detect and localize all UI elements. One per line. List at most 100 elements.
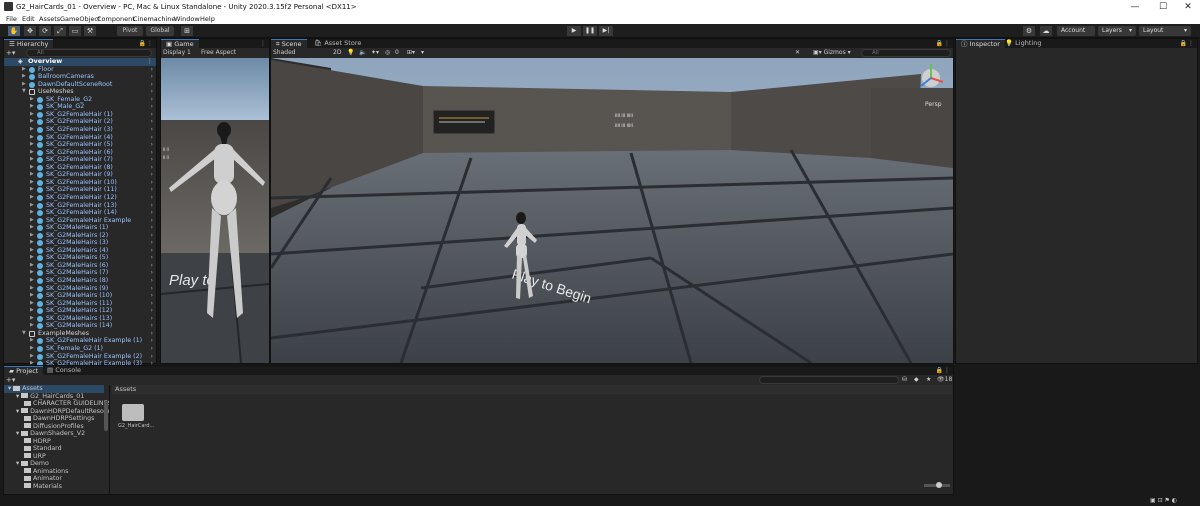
chevron-right-icon[interactable]: ›: [150, 277, 153, 285]
layers-dropdown[interactable]: Layers: [1098, 26, 1136, 36]
tab-game[interactable]: ▣ Game: [161, 39, 199, 48]
expand-arrow-icon[interactable]: ▶: [30, 322, 34, 330]
chevron-right-icon[interactable]: ›: [150, 292, 153, 300]
expand-arrow-icon[interactable]: ▶: [30, 269, 34, 277]
chevron-right-icon[interactable]: ›: [150, 315, 153, 323]
play-button[interactable]: ▶: [567, 26, 581, 36]
expand-arrow-icon[interactable]: ▶: [22, 66, 26, 74]
folder-tree-row[interactable]: ▾ DawnShaders_V2: [4, 430, 104, 438]
expand-arrow-icon[interactable]: ▶: [30, 300, 34, 308]
shading-dropdown[interactable]: Shaded: [273, 49, 296, 56]
hierarchy-row[interactable]: ▶ SK_G2MaleHairs (8) ›: [4, 277, 156, 285]
menu-component[interactable]: Component: [97, 15, 135, 23]
panel-menu-icon[interactable]: ⋮: [944, 39, 950, 48]
hierarchy-row[interactable]: ▶ SK_G2FemaleHair (7) ›: [4, 156, 156, 164]
folder-tree-row[interactable]: ▾ G2_HairCards_01: [4, 393, 104, 401]
tools-toggle-icon[interactable]: ✕: [795, 49, 800, 56]
chevron-icon[interactable]: [4, 415, 24, 422]
chevron-icon[interactable]: [4, 468, 24, 475]
chevron-right-icon[interactable]: ›: [150, 73, 153, 81]
expand-arrow-icon[interactable]: ▶: [30, 307, 34, 315]
expand-arrow-icon[interactable]: ▶: [30, 171, 34, 179]
chevron-right-icon[interactable]: ›: [150, 353, 153, 361]
lock-icon[interactable]: 🔒: [139, 39, 146, 48]
gizmos-dropdown[interactable]: ▣▾ Gizmos ▾: [813, 49, 851, 56]
chevron-icon[interactable]: ▾: [4, 460, 21, 467]
menu-gameobject[interactable]: GameObject: [60, 15, 101, 23]
chevron-right-icon[interactable]: ›: [150, 88, 153, 96]
chevron-icon[interactable]: ▾: [4, 408, 21, 415]
expand-arrow-icon[interactable]: ▶: [30, 164, 34, 172]
hand-tool-icon[interactable]: ✋: [8, 26, 20, 36]
menu-assets[interactable]: Assets: [39, 15, 60, 23]
chevron-right-icon[interactable]: ›: [150, 156, 153, 164]
tab-console[interactable]: ▤ Console: [42, 366, 86, 375]
panel-menu-icon[interactable]: ⋮: [260, 39, 266, 48]
close-button[interactable]: ✕: [1175, 1, 1200, 13]
lighting-toggle-icon[interactable]: 💡: [347, 49, 354, 56]
hierarchy-row[interactable]: ▶ DawnDefaultSceneRoot ›: [4, 81, 156, 89]
chevron-right-icon[interactable]: ›: [150, 126, 153, 134]
lock-icon[interactable]: 🔒: [1180, 39, 1187, 48]
chevron-right-icon[interactable]: ›: [150, 209, 153, 217]
hierarchy-row[interactable]: ▶ SK_Female_G2 (1) ›: [4, 345, 156, 353]
collab-icon[interactable]: ⚙: [1023, 26, 1035, 36]
hierarchy-row[interactable]: ▶ SK_G2FemaleHair Example (2) ›: [4, 353, 156, 361]
tab-inspector[interactable]: ⓘ Inspector: [956, 39, 1005, 48]
hierarchy-row[interactable]: ▶ SK_G2MaleHairs (6) ›: [4, 262, 156, 270]
hierarchy-row[interactable]: ▶ SK_G2FemaleHair (11) ›: [4, 186, 156, 194]
chevron-right-icon[interactable]: ›: [150, 262, 153, 270]
aspect-dropdown[interactable]: Free Aspect: [201, 49, 236, 56]
hierarchy-row[interactable]: ▶ SK_G2FemaleHair (5) ›: [4, 141, 156, 149]
tab-asset-store[interactable]: 🛍 Asset Store: [309, 39, 366, 48]
hierarchy-row[interactable]: ▶ SK_G2FemaleHair (14) ›: [4, 209, 156, 217]
hierarchy-row[interactable]: ▶ SK_G2FemaleHair (2) ›: [4, 118, 156, 126]
chevron-right-icon[interactable]: ›: [150, 224, 153, 232]
expand-arrow-icon[interactable]: ▶: [30, 156, 34, 164]
maximize-button[interactable]: ☐: [1150, 1, 1176, 13]
expand-arrow-icon[interactable]: ▶: [30, 118, 34, 126]
scene-root-row[interactable]: ◈ Overview ⋮: [4, 57, 156, 66]
zoom-slider[interactable]: [924, 482, 950, 488]
filter-label-icon[interactable]: ◆: [914, 376, 919, 383]
hierarchy-row[interactable]: ▶ SK_G2MaleHairs (9) ›: [4, 285, 156, 293]
chevron-right-icon[interactable]: ›: [150, 307, 153, 315]
chevron-right-icon[interactable]: ›: [150, 103, 153, 111]
hierarchy-row[interactable]: ▶ SK_G2MaleHairs (13) ›: [4, 315, 156, 323]
scene-viewport[interactable]: ꞁꞁꞁꞁ ꞁꞁꞁ ꞁꞁꞁꞁꞁ ꞁꞁꞁꞁ ꞁꞁꞁ ꞁꞁꞁꞁꞁ Play to Be…: [271, 58, 953, 363]
chevron-right-icon[interactable]: ›: [150, 239, 153, 247]
create-button[interactable]: +▾: [6, 49, 15, 57]
hierarchy-row[interactable]: ▶ SK_G2FemaleHair (12) ›: [4, 194, 156, 202]
expand-arrow-icon[interactable]: ▶: [30, 285, 34, 293]
folder-tree-row[interactable]: Materials: [4, 483, 104, 491]
hierarchy-row[interactable]: ▶ SK_G2MaleHairs (10) ›: [4, 292, 156, 300]
expand-arrow-icon[interactable]: ▶: [30, 239, 34, 247]
tab-lighting[interactable]: 💡 Lighting: [1000, 39, 1046, 48]
chevron-icon[interactable]: [4, 475, 24, 482]
chevron-icon[interactable]: [4, 453, 24, 460]
hierarchy-row[interactable]: ▶ SK_G2MaleHairs (4) ›: [4, 247, 156, 255]
expand-arrow-icon[interactable]: ▶: [30, 217, 34, 225]
status-icons[interactable]: ▣ ⊡ ⚑ ◐: [1150, 497, 1177, 504]
hierarchy-row[interactable]: ▶ SK_G2MaleHairs (12) ›: [4, 307, 156, 315]
chevron-right-icon[interactable]: ›: [150, 186, 153, 194]
hierarchy-row[interactable]: ▶ SK_G2MaleHairs (11) ›: [4, 300, 156, 308]
expand-arrow-icon[interactable]: ▶: [30, 277, 34, 285]
chevron-right-icon[interactable]: ›: [150, 134, 153, 142]
scene-menu-icon[interactable]: ⋮: [147, 57, 154, 66]
expand-arrow-icon[interactable]: ▶: [30, 254, 34, 262]
expand-arrow-icon[interactable]: ▶: [30, 337, 34, 345]
menu-cinemachine[interactable]: Cinemachine: [133, 15, 175, 23]
custom-tool-icon[interactable]: ⚒: [84, 26, 96, 36]
panel-menu-icon[interactable]: ⋮: [944, 366, 950, 375]
step-button[interactable]: ▶|: [599, 26, 613, 36]
expand-arrow-icon[interactable]: ▶: [30, 202, 34, 210]
chevron-right-icon[interactable]: ›: [150, 345, 153, 353]
expand-arrow-icon[interactable]: ▶: [30, 134, 34, 142]
hierarchy-row[interactable]: ▶ SK_G2MaleHairs (2) ›: [4, 232, 156, 240]
chevron-right-icon[interactable]: ›: [150, 247, 153, 255]
hierarchy-group-row[interactable]: ▼ ExampleMeshes ›: [4, 330, 156, 338]
hierarchy-row[interactable]: ▶ SK_Female_G2 ›: [4, 96, 156, 104]
folder-tree-row[interactable]: Standard: [4, 445, 104, 453]
hierarchy-row[interactable]: ▶ SK_G2MaleHairs (3) ›: [4, 239, 156, 247]
